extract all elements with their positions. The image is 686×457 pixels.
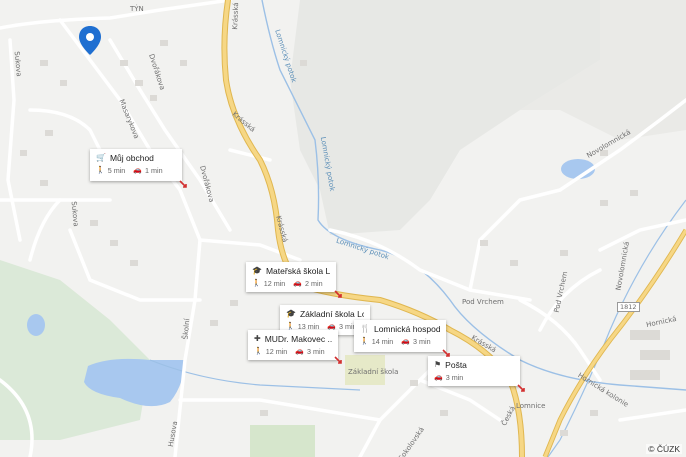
poi-title-row: ⚑ Pošta [434, 360, 514, 370]
cart-icon: 🛒 [96, 153, 106, 162]
map-base-layer [0, 0, 686, 457]
car-icon: 🚗 [401, 337, 411, 345]
pointer-arrow-icon [334, 356, 342, 364]
poi-card-shop[interactable]: 🛒 Můj obchod 🚶 5 min 🚗 1 min [90, 149, 182, 181]
car-icon: 🚗 [295, 347, 305, 355]
poi-title-row: ✚ MUDr. Makovec ... [254, 334, 332, 344]
medical-icon: ✚ [254, 334, 261, 343]
poi-title: Lomnická hospoda [373, 324, 440, 334]
location-pin-icon [79, 26, 101, 55]
pointer-arrow-icon [334, 290, 342, 298]
walk-icon: 🚶 [360, 337, 369, 345]
poi-card-doctor[interactable]: ✚ MUDr. Makovec ... 🚶 12 min 🚗 3 min [248, 330, 338, 360]
copyright-label: © ČÚZK [646, 444, 682, 454]
car-time: 3 min [445, 373, 464, 382]
car-time: 3 min [307, 347, 325, 356]
poi-meta: 🚶 12 min 🚗 3 min [254, 347, 332, 356]
poi-title-row: 🎓Základní škola Lo... [286, 309, 364, 319]
sports-field [250, 425, 315, 457]
poi-card-kindergarten[interactable]: 🎓Mateřská škola L... 🚶12 min 🚗2 min [246, 262, 336, 292]
poi-title-row: 🍴 Lomnická hospoda [360, 324, 440, 334]
location-pin-icon[interactable] [78, 26, 102, 56]
car-icon: 🚗 [133, 166, 143, 174]
poi-card-restaurant[interactable]: 🍴 Lomnická hospoda 🚶 14 min 🚗 3 min [354, 320, 446, 352]
forest-area [290, 0, 600, 235]
poi-meta: 🚶 5 min 🚗 1 min [96, 166, 176, 175]
walk-time: 12 min [263, 279, 286, 288]
street-label: TÝN [130, 5, 144, 13]
place-label: Lomnice [516, 402, 546, 410]
poi-title-row: 🎓Mateřská škola L... [252, 266, 330, 276]
poi-meta: 🚶 12 min 🚗 2 min [252, 279, 330, 288]
pointer-arrow-icon [517, 384, 525, 392]
poi-title: MUDr. Makovec ... [264, 334, 332, 344]
walk-time: 12 min [265, 347, 288, 356]
poi-meta: 🚗 3 min [434, 373, 514, 382]
poi-title: Můj obchod [109, 153, 154, 163]
post-office-icon: ⚑ [434, 360, 442, 369]
poi-title: Základní škola Lo... [299, 309, 364, 319]
walk-icon: 🚶 [254, 347, 263, 355]
restaurant-icon: 🍴 [360, 324, 370, 333]
poi-title: Pošta [445, 360, 467, 370]
place-label: Základní škola [348, 368, 399, 376]
walk-time: 5 min [107, 166, 126, 175]
car-time: 2 min [305, 279, 323, 288]
street-label: Krásská [231, 2, 241, 30]
school-icon: 🎓 [286, 309, 296, 318]
school-icon: 🎓 [252, 266, 262, 275]
walk-time: 14 min [371, 337, 394, 346]
walk-icon: 🚶 [252, 279, 261, 287]
street-label: Pod Vrchem [462, 298, 504, 306]
car-time: 3 min [413, 337, 431, 346]
map-canvas[interactable]: TÝN Dvořákova Dvořákova Masarykova Sukov… [0, 0, 686, 457]
walk-icon: 🚶 [96, 166, 105, 174]
car-time: 1 min [145, 166, 163, 175]
pointer-arrow-icon [442, 349, 450, 357]
car-icon: 🚗 [293, 279, 303, 287]
poi-title-row: 🛒 Můj obchod [96, 153, 176, 163]
poi-meta: 🚶 14 min 🚗 3 min [360, 337, 440, 346]
pond [27, 314, 45, 336]
car-icon: 🚗 [434, 373, 443, 381]
poi-card-post-office[interactable]: ⚑ Pošta 🚗 3 min [428, 356, 520, 386]
pointer-arrow-icon [179, 180, 187, 188]
poi-title: Mateřská škola L... [265, 266, 330, 276]
road-number-label: 1812 [617, 302, 640, 312]
forest-area [0, 260, 150, 440]
